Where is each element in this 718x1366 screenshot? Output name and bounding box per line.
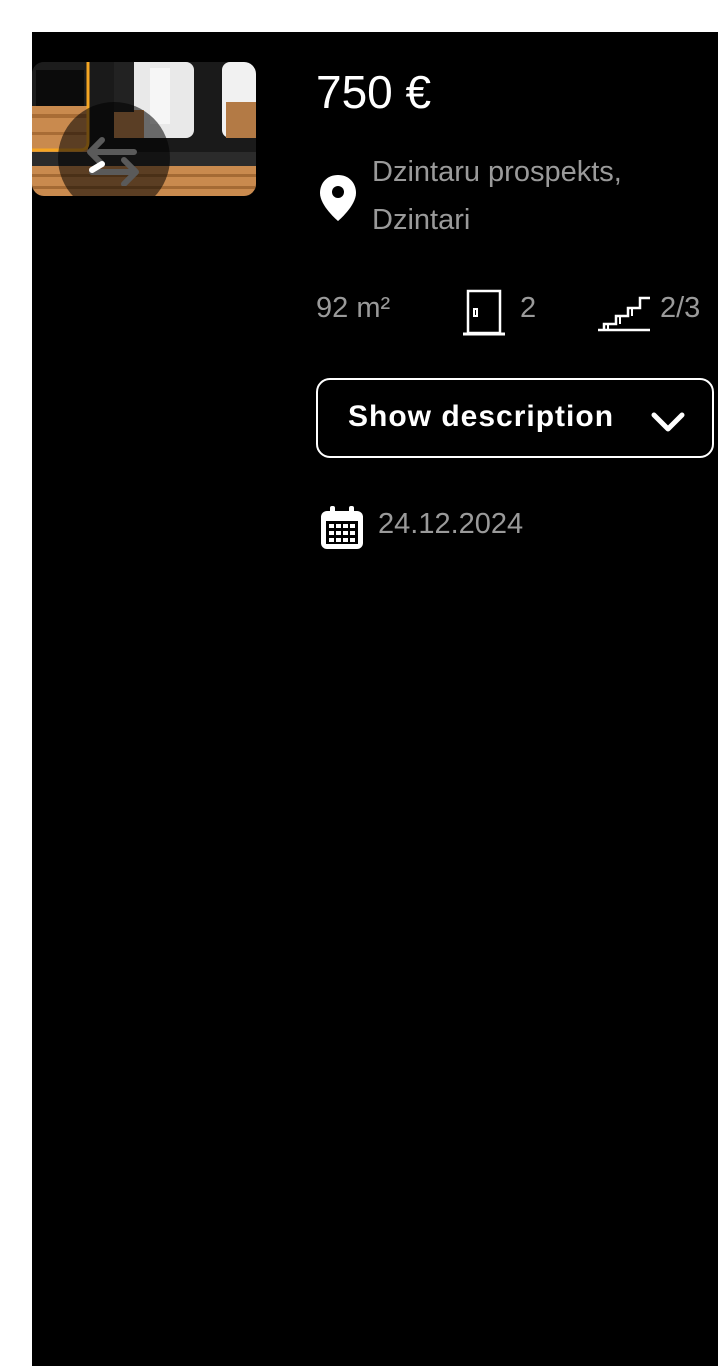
location-row: Dzintaru prospekts, Dzintari [316,148,716,248]
listing-card: 750 € Dzintaru prospekts, Dzintari 92 m²… [32,32,718,1366]
door-icon [463,289,505,336]
listing-stats: 92 m² 2 2/3 [316,284,718,344]
swap-arrows-icon [87,137,139,186]
listing-address: Dzintaru prospekts, Dzintari [372,156,622,236]
map-pin-icon [320,175,356,221]
area-value: 92 m² [316,292,391,324]
stairs-icon [598,296,650,332]
listing-price: 750 € [316,66,432,118]
show-description-button[interactable]: Show description [316,378,714,458]
rooms-value: 2 [520,292,537,324]
listing-date: 24.12.2024 [378,508,524,540]
chevron-down-icon [651,412,685,432]
show-description-label: Show description [348,400,615,433]
calendar-icon [321,506,363,549]
floor-value: 2/3 [660,292,701,324]
date-row: 24.12.2024 [316,502,716,552]
